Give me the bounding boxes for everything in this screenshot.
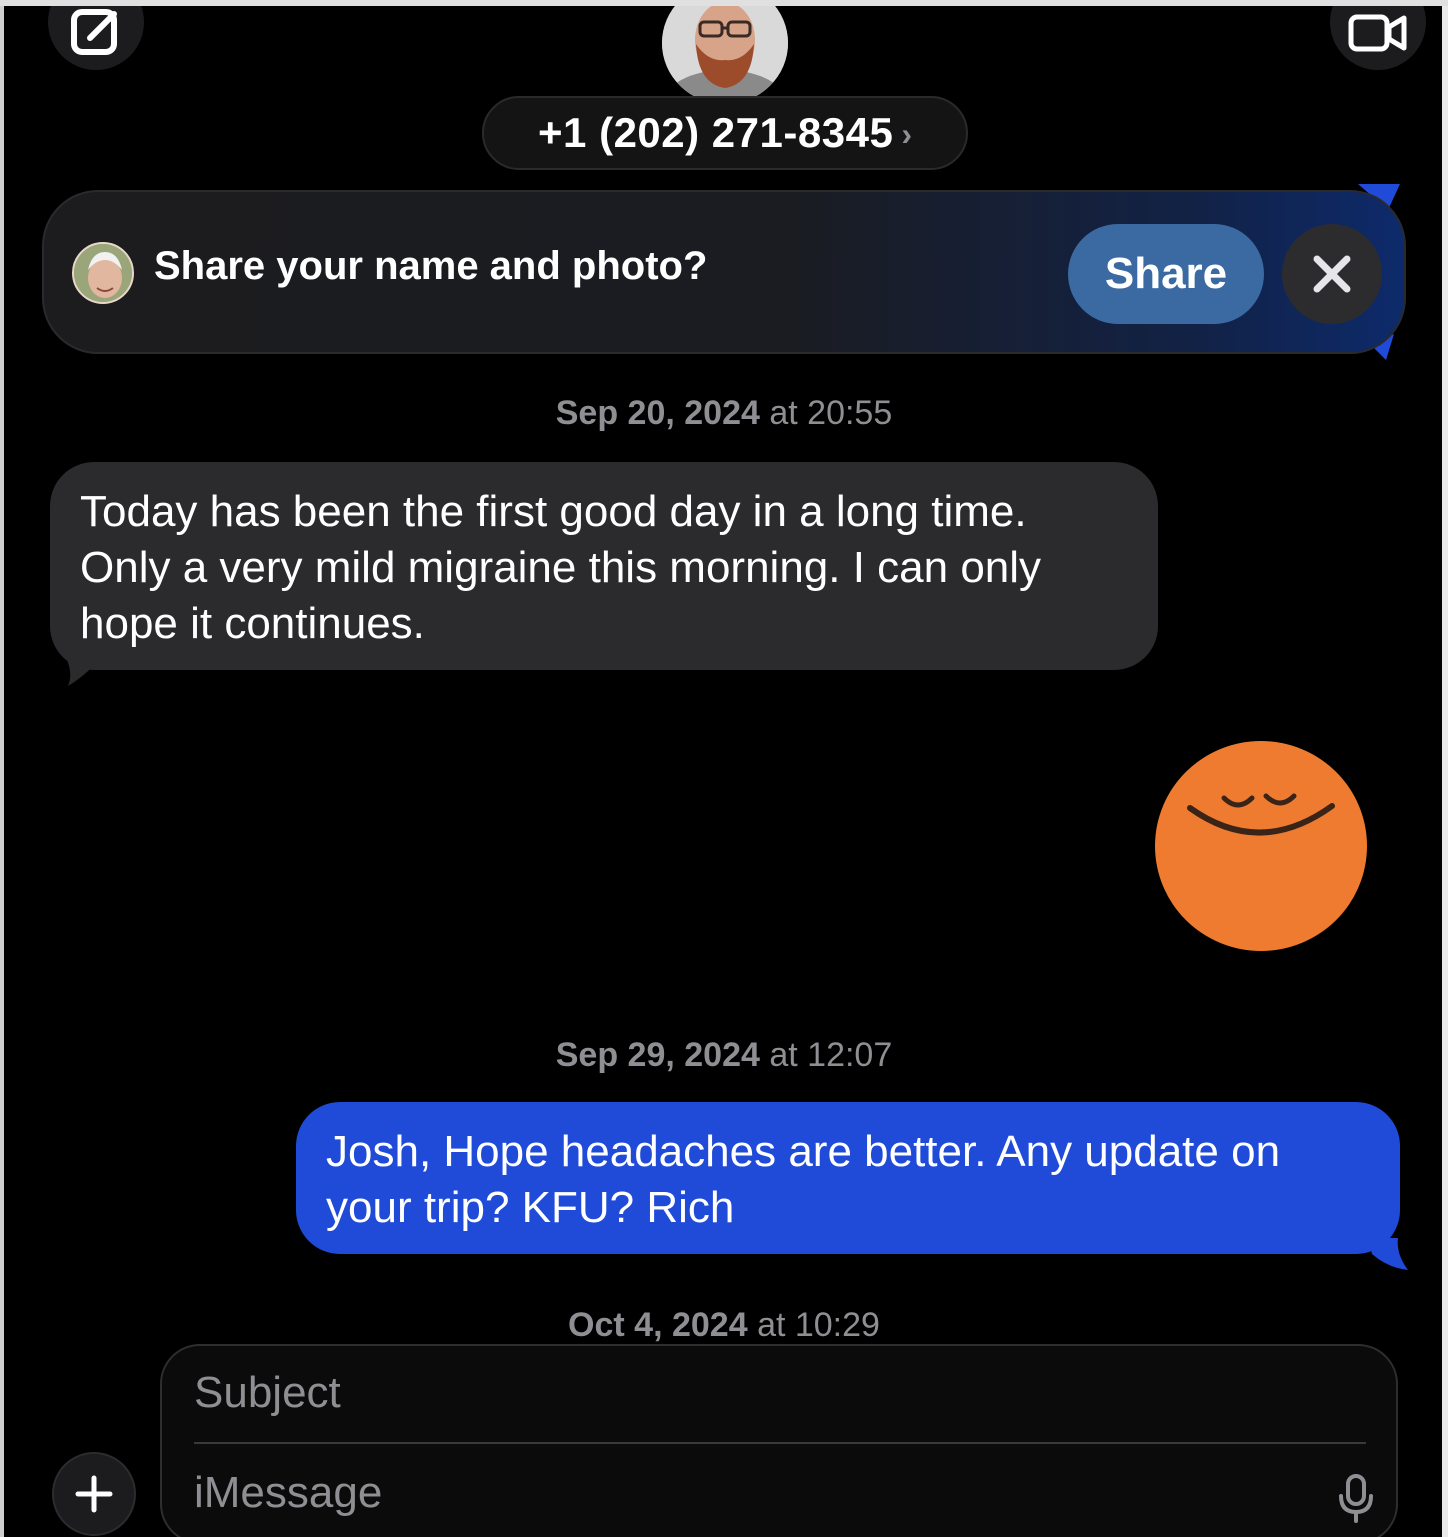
frame-edge <box>1442 0 1448 1537</box>
share-name-photo-banner: Share your name and photo? Share <box>42 190 1406 354</box>
chevron-right-icon: › <box>901 115 912 152</box>
incoming-message-bubble[interactable]: Today has been the first good day in a l… <box>50 462 1158 670</box>
timestamp: Sep 20, 2024 at 20:55 <box>0 394 1448 433</box>
timestamp-time: at 10:29 <box>757 1306 880 1344</box>
bubble-tail <box>64 654 104 686</box>
frame-edge <box>0 0 4 1537</box>
timestamp: Sep 29, 2024 at 12:07 <box>0 1036 1448 1075</box>
divider <box>194 1442 1366 1444</box>
frame-edge <box>0 0 1448 6</box>
microphone-icon[interactable] <box>1336 1474 1376 1524</box>
video-camera-icon <box>1348 14 1407 52</box>
bubble-tail <box>1368 1238 1408 1270</box>
timestamp-date: Sep 29, 2024 <box>555 1036 760 1074</box>
plus-icon <box>75 1475 113 1513</box>
share-prompt-text: Share your name and photo? <box>154 244 708 288</box>
messages-window: +1 (202) 271-8345 › Share your name and … <box>0 0 1448 1537</box>
dismiss-button[interactable] <box>1282 224 1382 324</box>
message-input[interactable]: iMessage <box>194 1468 382 1518</box>
contact-number: +1 (202) 271-8345 <box>538 109 894 156</box>
add-attachment-button[interactable] <box>52 1452 136 1536</box>
timestamp-date: Oct 4, 2024 <box>568 1306 748 1344</box>
message-composer: Subject iMessage <box>160 1344 1398 1537</box>
share-button[interactable]: Share <box>1068 224 1264 324</box>
smiling-orange-face-sticker[interactable] <box>1154 740 1368 952</box>
close-icon <box>1313 255 1351 293</box>
compose-icon <box>71 9 117 55</box>
timestamp: Oct 4, 2024 at 10:29 <box>0 1306 1448 1345</box>
contact-name-button[interactable]: +1 (202) 271-8345 › <box>482 96 968 170</box>
timestamp-date: Sep 20, 2024 <box>555 394 760 432</box>
outgoing-message-bubble[interactable]: Josh, Hope headaches are better. Any upd… <box>296 1102 1400 1254</box>
contact-avatar[interactable] <box>662 0 788 104</box>
video-call-button[interactable] <box>1330 0 1426 70</box>
subject-field[interactable]: Subject <box>194 1368 341 1418</box>
compose-button[interactable] <box>48 0 144 70</box>
my-avatar <box>72 242 134 304</box>
timestamp-time: at 20:55 <box>769 394 893 432</box>
timestamp-time: at 12:07 <box>769 1036 893 1074</box>
